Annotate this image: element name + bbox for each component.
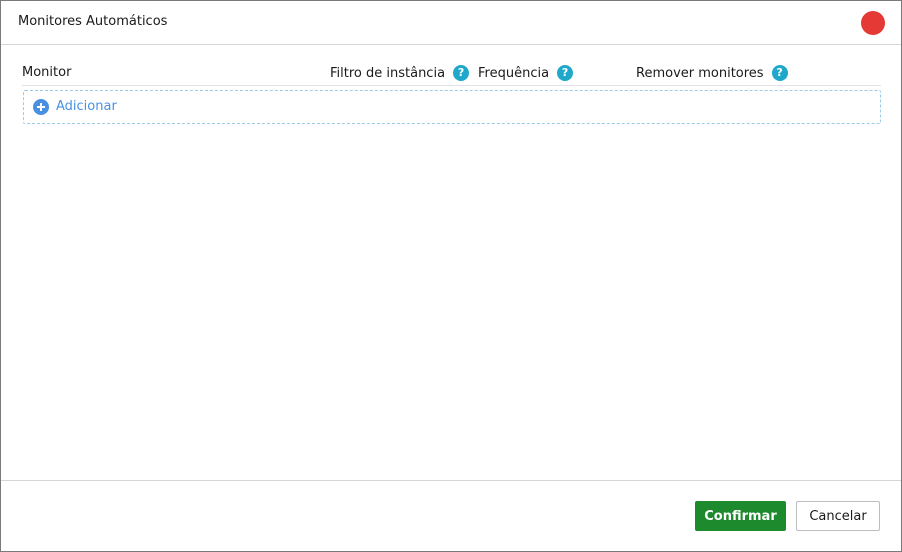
remove-help-icon[interactable]: ? [771,65,788,81]
auto-monitors-dialog: Monitores Automáticos Monitor Filtro de … [0,0,902,552]
filter-help-icon[interactable]: ? [453,65,470,81]
column-header-remove-label: Remover monitores [636,65,764,81]
column-header-remove: Remover monitores ? [636,65,788,81]
close-icon[interactable] [861,11,885,35]
column-header-monitor-label: Monitor [22,65,72,80]
plus-circle-icon [33,99,49,115]
dialog-title-bar: Monitores Automáticos [1,1,901,45]
column-header-monitor: Monitor [22,65,71,80]
frequency-help-icon[interactable]: ? [557,65,574,81]
column-header-frequency: Frequência ? [478,65,574,81]
confirm-button[interactable]: Confirmar [695,501,786,531]
add-monitor-button[interactable]: Adicionar [23,90,881,124]
footer-divider [1,480,901,481]
column-header-filter-label: Filtro de instância [330,65,446,81]
table-header: Monitor Filtro de instância ? Frequência… [22,59,881,86]
column-header-filter: Filtro de instância ? [330,65,470,81]
cancel-button[interactable]: Cancelar [796,501,880,531]
add-monitor-label: Adicionar [56,99,117,114]
column-header-frequency-label: Frequência [478,65,550,81]
dialog-title: Monitores Automáticos [18,14,168,29]
